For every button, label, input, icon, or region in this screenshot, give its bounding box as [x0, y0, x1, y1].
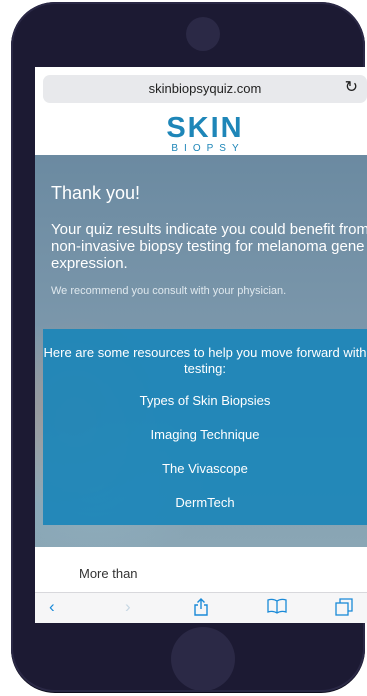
address-bar[interactable]: skinbiopsyquiz.com ↻: [43, 75, 367, 103]
back-icon[interactable]: ‹: [49, 598, 55, 616]
forward-icon[interactable]: ›: [125, 598, 131, 616]
bookmarks-icon[interactable]: [267, 598, 287, 618]
site-logo[interactable]: SKIN BIOPSY: [35, 113, 367, 155]
resource-link-imaging-technique[interactable]: Imaging Technique: [43, 427, 367, 443]
hero-section: Thank you! Your quiz results indicate yo…: [35, 155, 367, 547]
logo-sub: BIOPSY: [171, 143, 245, 154]
resources-panel: Here are some resources to help you move…: [43, 329, 367, 525]
resources-intro: Here are some resources to help you move…: [43, 345, 367, 376]
page-title: Thank you!: [51, 183, 141, 203]
home-button[interactable]: [171, 627, 235, 691]
results-text: Your quiz results indicate you could ben…: [51, 221, 367, 272]
share-icon[interactable]: [193, 598, 209, 620]
resource-link-vivascope[interactable]: The Vivascope: [43, 461, 367, 477]
browser-screen: skinbiopsyquiz.com ↻ SKIN BIOPSY Thank y…: [35, 67, 367, 623]
phone-frame: skinbiopsyquiz.com ↻ SKIN BIOPSY Thank y…: [11, 2, 367, 692]
more-text: More than: [79, 566, 138, 581]
camera-icon: [186, 17, 220, 51]
url-text[interactable]: skinbiopsyquiz.com: [43, 81, 367, 96]
resource-link-skin-biopsies[interactable]: Types of Skin Biopsies: [43, 393, 367, 409]
browser-toolbar: ‹ ›: [35, 592, 367, 623]
logo-main: SKIN: [166, 112, 244, 144]
reload-icon[interactable]: ↻: [345, 80, 358, 96]
tabs-icon[interactable]: [335, 598, 353, 620]
resource-link-dermtech[interactable]: DermTech: [43, 495, 367, 511]
recommend-text: We recommend you consult with your physi…: [51, 285, 287, 297]
